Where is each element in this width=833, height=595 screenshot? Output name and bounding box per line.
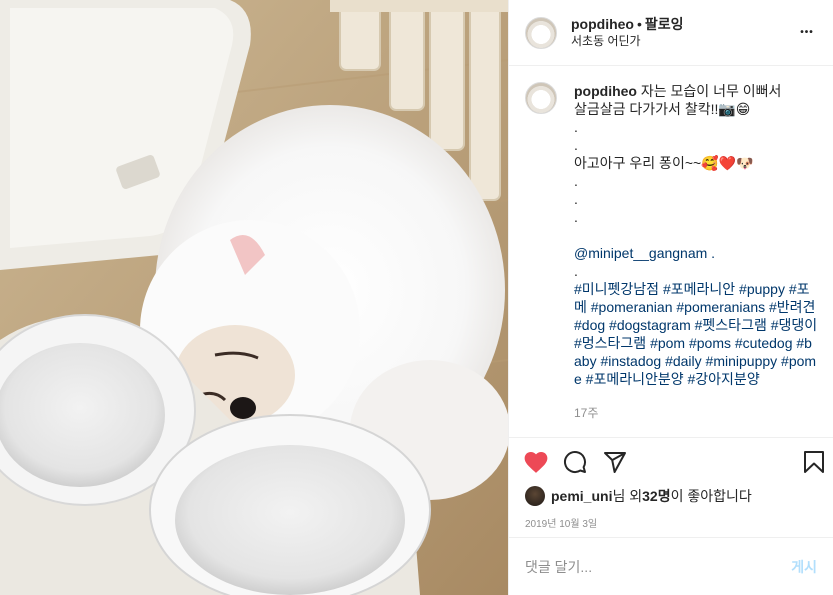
- action-bar: [509, 437, 833, 485]
- caption-age: 17주: [574, 406, 599, 420]
- heart-filled-icon: [524, 451, 548, 473]
- liker-avatar[interactable]: [525, 486, 545, 506]
- caption-line: .: [574, 209, 578, 225]
- caption-line: 살금살금 다가가서 찰칵!!📷😁: [574, 101, 751, 117]
- more-options-icon[interactable]: •••: [795, 21, 819, 45]
- add-comment-bar: 게시: [509, 537, 833, 595]
- caption-line: [574, 226, 819, 244]
- caption-text-0: 자는 모습이 너무 이뻐서: [637, 83, 782, 99]
- caption-line: .: [574, 119, 578, 135]
- like-button[interactable]: [523, 442, 563, 482]
- caption-line: .: [574, 173, 578, 189]
- caption-line: 아고아구 우리 퐁이~~🥰❤️🐶: [574, 155, 754, 171]
- sleeping-pomeranian-image: [0, 0, 508, 595]
- caption-username[interactable]: popdiheo: [574, 83, 637, 99]
- post-header: popdiheo • 팔로잉 서초동 어딘가 •••: [509, 0, 833, 66]
- caption-line-1: popdiheo 자는 모습이 너무 이뻐서: [574, 82, 819, 100]
- post-comment-button[interactable]: 게시: [791, 557, 817, 577]
- post-date[interactable]: 2019년 10월 3일: [509, 507, 833, 537]
- liker-username[interactable]: pemi_uni: [551, 488, 612, 504]
- post-side-panel: popdiheo • 팔로잉 서초동 어딘가 ••• popdiheo 자는 모습이…: [508, 0, 833, 595]
- share-icon: [604, 451, 626, 473]
- caption-line: .: [574, 137, 578, 153]
- more-glyph: •••: [800, 27, 814, 38]
- author-avatar[interactable]: [525, 16, 557, 49]
- comments-area[interactable]: popdiheo 자는 모습이 너무 이뻐서 살금살금 다가가서 찰칵!!📷😁 …: [509, 66, 833, 437]
- save-button[interactable]: [785, 442, 825, 482]
- author-info: popdiheo • 팔로잉 서초동 어딘가: [571, 16, 795, 50]
- hashtags[interactable]: #미니펫강남점 #포메라니안 #puppy #포메 #pomeranian #p…: [574, 280, 819, 388]
- comment-icon: [564, 450, 586, 473]
- comment-button[interactable]: [563, 442, 603, 482]
- separator-dot: •: [637, 15, 642, 32]
- post-window: popdiheo • 팔로잉 서초동 어딘가 ••• popdiheo 자는 모습이…: [0, 0, 833, 595]
- share-button[interactable]: [603, 442, 643, 482]
- post-photo[interactable]: [0, 0, 508, 595]
- caption: popdiheo 자는 모습이 너무 이뻐서 살금살금 다가가서 찰칵!!📷😁 …: [525, 82, 819, 422]
- caption-line: .: [574, 263, 578, 279]
- caption-avatar[interactable]: [525, 82, 557, 114]
- caption-line: .: [574, 191, 578, 207]
- likes-text-end: 이 좋아합니다: [670, 488, 752, 504]
- comment-input[interactable]: [525, 558, 792, 575]
- bookmark-icon: [804, 450, 824, 473]
- following-button[interactable]: 팔로잉: [645, 16, 684, 32]
- author-username[interactable]: popdiheo: [571, 16, 634, 32]
- likes-count[interactable]: 32명: [642, 486, 670, 506]
- mention-link[interactable]: @minipet__gangnam .: [574, 244, 819, 262]
- location-link[interactable]: 서초동 어딘가: [571, 33, 795, 50]
- caption-body: popdiheo 자는 모습이 너무 이뻐서 살금살금 다가가서 찰칵!!📷😁 …: [574, 82, 819, 422]
- likes-text-mid: 님 외: [612, 488, 643, 504]
- likes-summary: pemi_uni 님 외 32명 이 좋아합니다: [509, 485, 833, 507]
